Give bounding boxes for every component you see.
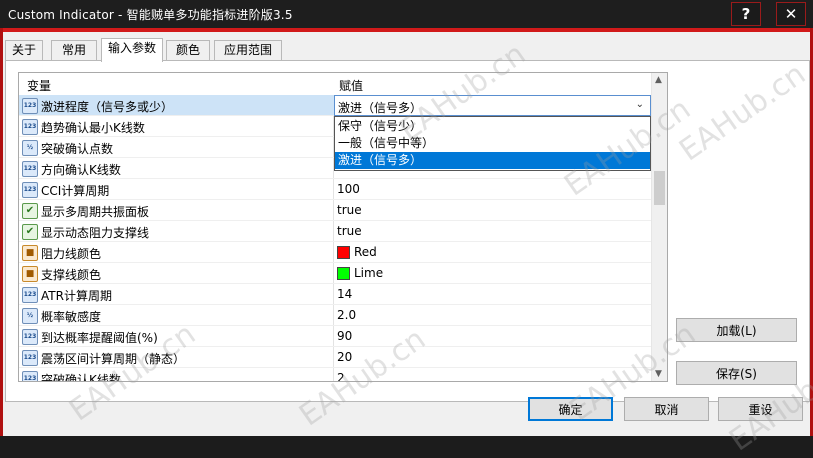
dropdown-option[interactable]: 保守（信号少） — [335, 118, 650, 135]
param-value[interactable]: 2 — [337, 371, 345, 381]
cancel-button[interactable]: 取消 — [624, 397, 709, 421]
param-row[interactable]: ■ 支撑线颜色 Lime — [19, 263, 651, 284]
param-row[interactable]: 123 到达概率提醒阈值(%) 90 — [19, 326, 651, 347]
tab-colors[interactable]: 颜色 — [166, 40, 210, 60]
tab-common[interactable]: 常用 — [51, 40, 97, 60]
color-swatch — [337, 267, 350, 280]
param-name: 到达概率提醒阈值(%) — [41, 331, 158, 345]
scroll-up-icon[interactable]: ▲ — [655, 75, 662, 85]
color-swatch — [337, 246, 350, 259]
param-value[interactable]: 20 — [337, 350, 352, 364]
combobox-dropdown: 保守（信号少） 一般（信号中等） 激进（信号多） — [334, 116, 651, 171]
param-value[interactable]: 100 — [337, 182, 360, 196]
number-icon: 123 — [22, 329, 38, 345]
number-icon: 123 — [22, 350, 38, 366]
param-value[interactable]: true — [337, 203, 362, 217]
ok-button[interactable]: 确定 — [528, 397, 613, 421]
param-row[interactable]: 123 突破确认K线数 2 — [19, 368, 651, 382]
tab-panel: 变量 赋值 123 激进程度（信号多或少） 123 趋势确认最小K线数 ½ 突破… — [5, 60, 810, 402]
tab-inputs[interactable]: 输入参数 — [101, 38, 163, 62]
color-icon: ■ — [22, 245, 38, 261]
bool-icon: ✔ — [22, 224, 38, 240]
parameter-grid: 变量 赋值 123 激进程度（信号多或少） 123 趋势确认最小K线数 ½ 突破… — [18, 72, 668, 382]
param-name: 激进程度（信号多或少） — [41, 100, 174, 114]
param-value[interactable]: Red — [354, 245, 377, 259]
number-icon: 123 — [22, 287, 38, 303]
save-button[interactable]: 保存(S) — [676, 361, 797, 385]
chevron-down-icon[interactable]: ⌄ — [636, 99, 644, 110]
param-value[interactable]: Lime — [354, 266, 383, 280]
number-icon: 123 — [22, 182, 38, 198]
title-bar[interactable]: Custom Indicator - 智能贼单多功能指标进阶版3.5 ? ✕ — [0, 0, 813, 28]
close-button[interactable]: ✕ — [776, 2, 806, 26]
param-name: 震荡区间计算周期（静态） — [41, 352, 186, 366]
param-name: 概率敏感度 — [41, 310, 102, 324]
param-name: ATR计算周期 — [41, 289, 112, 303]
dialog-window: Custom Indicator - 智能贼单多功能指标进阶版3.5 ? ✕ 关… — [0, 0, 813, 458]
param-name: 突破确认点数 — [41, 142, 114, 156]
window-title: Custom Indicator - 智能贼单多功能指标进阶版3.5 — [8, 8, 293, 22]
dropdown-option-selected[interactable]: 激进（信号多） — [335, 152, 650, 169]
param-name: 趋势确认最小K线数 — [41, 121, 145, 135]
header-value[interactable]: 赋值 — [339, 77, 363, 94]
number-icon: 123 — [22, 119, 38, 135]
param-row[interactable]: ✔ 显示多周期共振面板 true — [19, 200, 651, 221]
grid-header: 变量 赋值 — [19, 73, 651, 96]
frame-left — [0, 28, 3, 436]
combobox-value: 激进（信号多） — [338, 101, 423, 115]
decimal-icon: ½ — [22, 140, 38, 156]
load-button[interactable]: 加载(L) — [676, 318, 797, 342]
value-combobox[interactable]: 激进（信号多） ⌄ — [334, 95, 651, 116]
param-row[interactable]: ■ 阻力线颜色 Red — [19, 242, 651, 263]
param-row[interactable]: 123 震荡区间计算周期（静态） 20 — [19, 347, 651, 368]
param-name: 支撑线颜色 — [41, 268, 102, 282]
param-value[interactable]: 14 — [337, 287, 352, 301]
help-button[interactable]: ? — [731, 2, 761, 26]
header-variable[interactable]: 变量 — [27, 77, 51, 94]
param-name: 显示动态阻力支撑线 — [41, 226, 150, 240]
scroll-thumb[interactable] — [654, 171, 665, 205]
param-value[interactable]: true — [337, 224, 362, 238]
decimal-icon: ½ — [22, 308, 38, 324]
param-name: 阻力线颜色 — [41, 247, 102, 261]
param-name: 突破确认K线数 — [41, 373, 121, 382]
number-icon: 123 — [22, 371, 38, 381]
number-icon: 123 — [22, 98, 38, 114]
param-row[interactable]: 123 ATR计算周期 14 — [19, 284, 651, 305]
param-name: CCI计算周期 — [41, 184, 110, 198]
tab-scope[interactable]: 应用范围 — [214, 40, 282, 60]
param-row[interactable]: ½ 概率敏感度 2.0 — [19, 305, 651, 326]
param-name: 方向确认K线数 — [41, 163, 121, 177]
param-row[interactable]: 123 CCI计算周期 100 — [19, 179, 651, 200]
param-row[interactable]: ✔ 显示动态阻力支撑线 true — [19, 221, 651, 242]
bool-icon: ✔ — [22, 203, 38, 219]
scroll-down-icon[interactable]: ▼ — [655, 369, 662, 379]
reset-button[interactable]: 重设 — [718, 397, 803, 421]
param-value[interactable]: 90 — [337, 329, 352, 343]
vertical-scrollbar[interactable]: ▲ ▼ — [651, 73, 667, 381]
dropdown-option[interactable]: 一般（信号中等） — [335, 135, 650, 152]
number-icon: 123 — [22, 161, 38, 177]
param-value[interactable]: 2.0 — [337, 308, 356, 322]
color-icon: ■ — [22, 266, 38, 282]
tab-about[interactable]: 关于 — [5, 40, 43, 60]
title-border — [0, 28, 813, 32]
param-name: 显示多周期共振面板 — [41, 205, 150, 219]
